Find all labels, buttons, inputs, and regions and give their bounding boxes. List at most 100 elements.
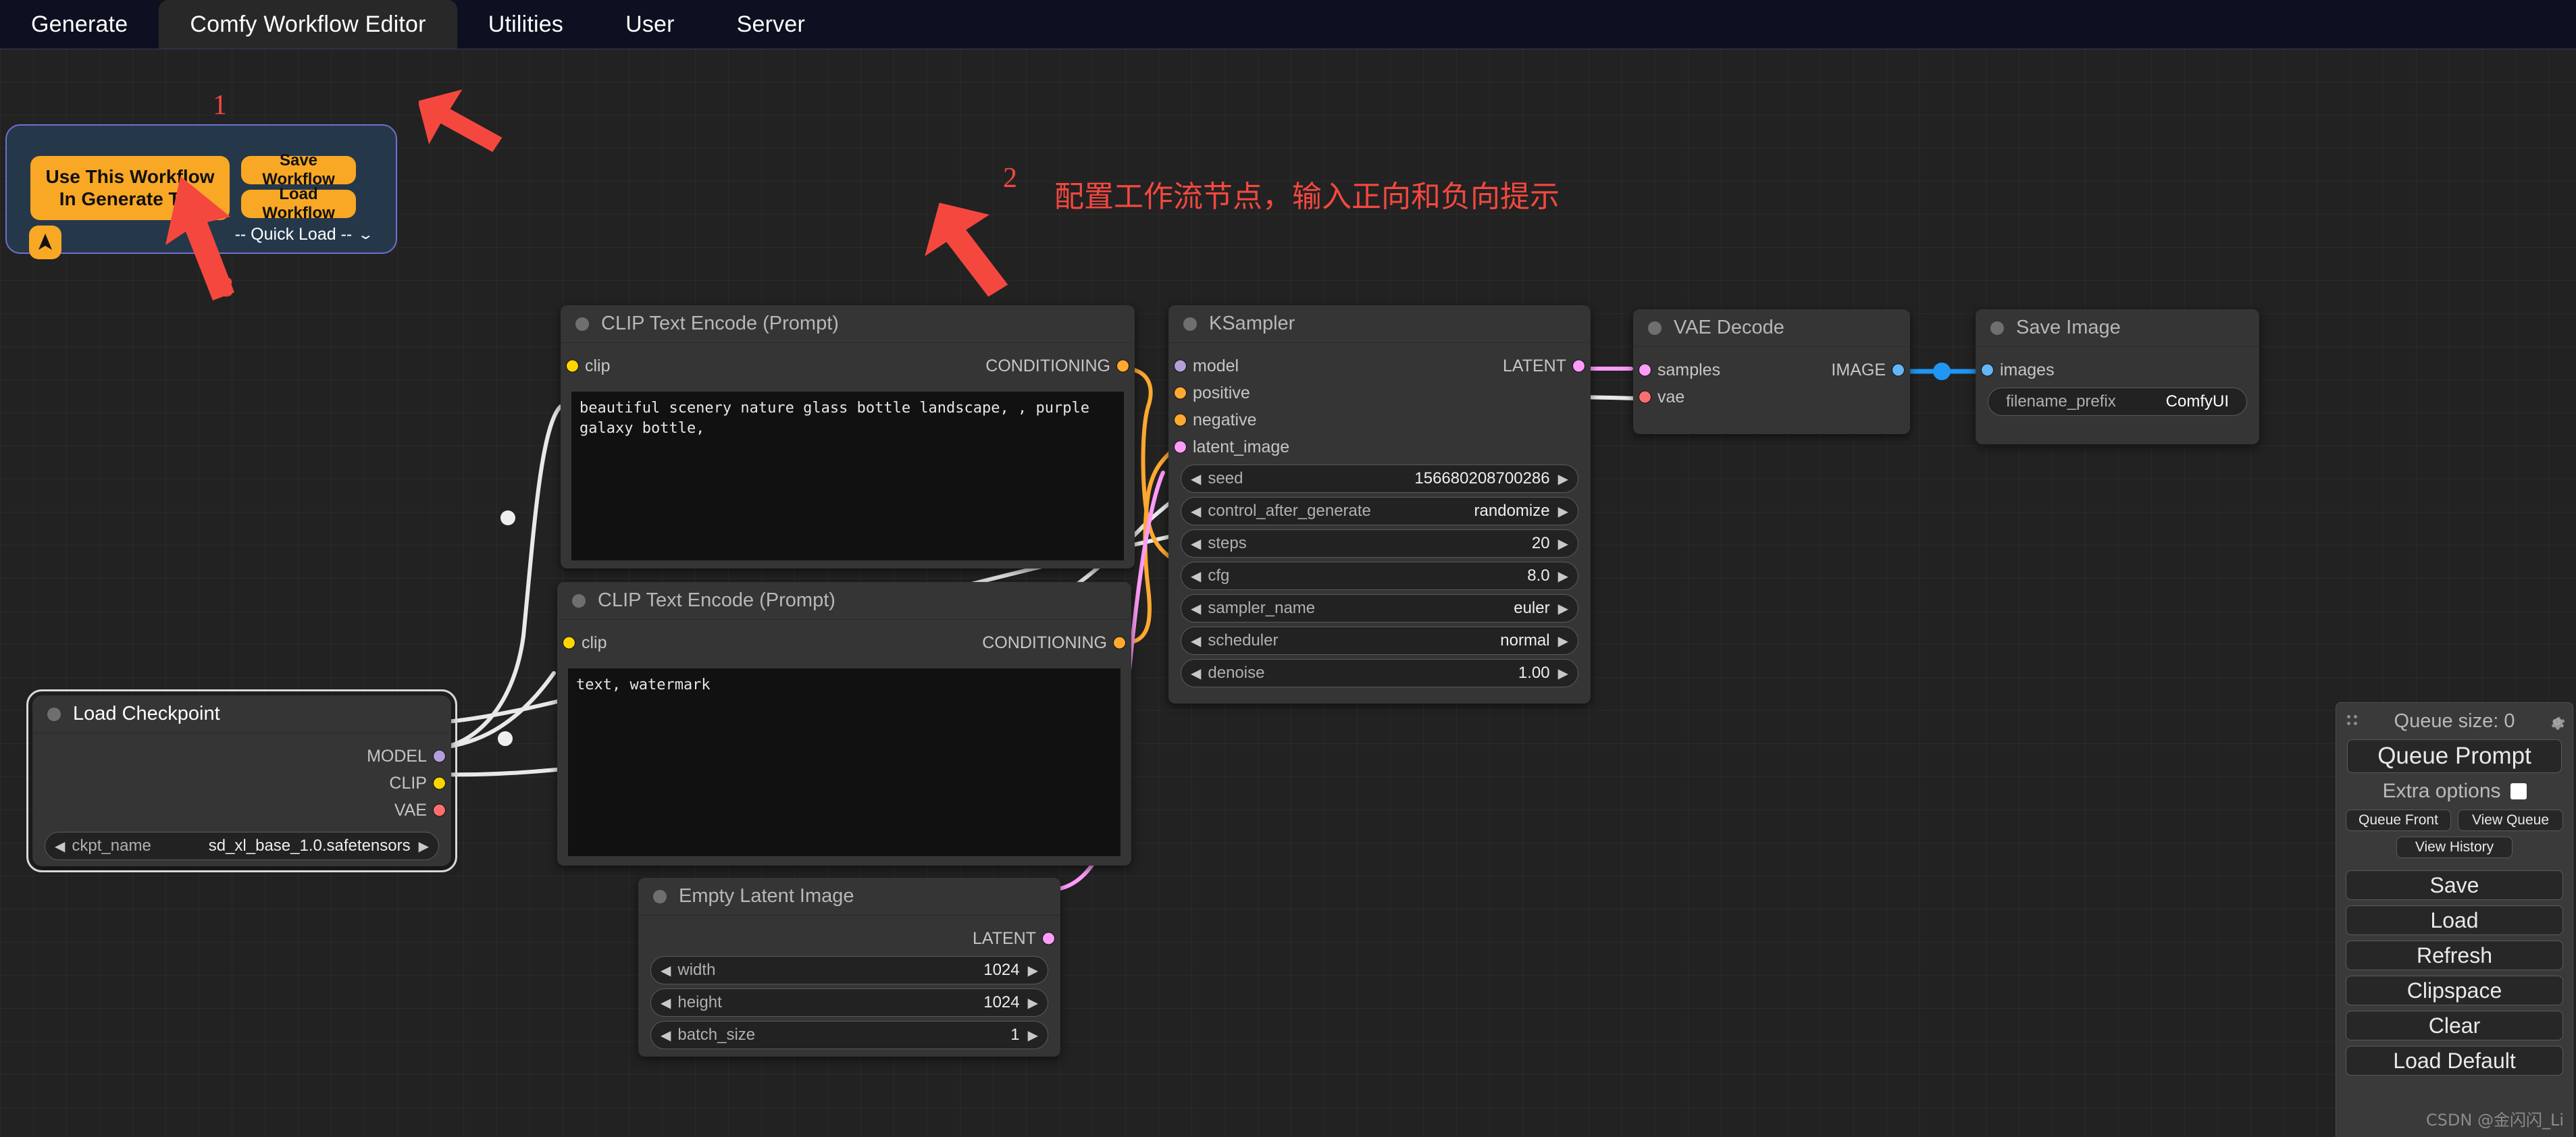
node-collapse-icon[interactable] [1990,321,2004,335]
increment-arrow-icon[interactable]: ▶ [1558,665,1568,682]
increment-arrow-icon[interactable]: ▶ [1558,471,1568,487]
increment-arrow-icon[interactable]: ▶ [1028,995,1038,1011]
view-history-button[interactable]: View History [2396,837,2513,858]
extra-options-checkbox[interactable] [2510,783,2527,799]
tab-generate[interactable]: Generate [0,0,159,49]
port-conditioning-output-icon[interactable] [1116,359,1129,373]
node-clip-text-encode-positive[interactable]: CLIP Text Encode (Prompt) clip CONDITION… [561,305,1135,568]
widget-denoise[interactable]: ◀ denoise 1.00 ▶ [1181,659,1578,687]
increment-arrow-icon[interactable]: ▶ [1558,568,1568,585]
negative-prompt-textarea[interactable]: text, watermark [568,668,1120,856]
save-button[interactable]: Save [2346,870,2563,900]
increment-arrow-icon[interactable]: ▶ [1558,633,1568,650]
clipspace-button[interactable]: Clipspace [2346,976,2563,1005]
port-latent-output-icon[interactable] [1042,932,1055,945]
widget-height[interactable]: ◀ height 1024 ▶ [650,988,1048,1017]
widget-cfg[interactable]: ◀ cfg 8.0 ▶ [1181,562,1578,590]
decrement-arrow-icon[interactable]: ◀ [55,838,65,855]
tab-user[interactable]: User [594,0,706,49]
decrement-arrow-icon[interactable]: ◀ [1191,535,1201,552]
node-collapse-icon[interactable] [572,593,586,608]
node-title-bar[interactable]: CLIP Text Encode (Prompt) [557,582,1131,620]
node-title-bar[interactable]: KSampler [1168,305,1591,343]
node-title-bar[interactable]: Empty Latent Image [638,878,1060,916]
node-collapse-icon[interactable] [1183,317,1197,331]
increment-arrow-icon[interactable]: ▶ [1558,535,1568,552]
port-model-output-icon[interactable] [433,749,446,763]
node-title-bar[interactable]: Save Image [1976,309,2259,347]
widget-filename-prefix[interactable]: filename_prefix ComfyUI [1988,388,2247,416]
node-empty-latent-image[interactable]: Empty Latent Image LATENT ◀ width 1024 ▶… [638,878,1060,1057]
load-workflow-button[interactable]: Load Workflow [241,185,356,222]
increment-arrow-icon[interactable]: ▶ [1558,503,1568,520]
port-samples-input-icon[interactable] [1639,363,1651,377]
node-collapse-icon[interactable] [1648,321,1661,335]
node-collapse-icon[interactable] [575,317,589,331]
load-button[interactable]: Load [2346,905,2563,935]
decrement-arrow-icon[interactable]: ◀ [1191,600,1201,617]
view-queue-button[interactable]: View Queue [2458,810,2563,831]
widget-scheduler[interactable]: ◀ scheduler normal ▶ [1181,627,1578,655]
load-default-button[interactable]: Load Default [2346,1046,2563,1076]
port-latent-image-input-icon[interactable] [1174,440,1187,454]
port-images-input-icon[interactable] [1981,363,1994,377]
widget-control-after-generate[interactable]: ◀ control_after_generate randomize ▶ [1181,497,1578,525]
widget-batch-size[interactable]: ◀ batch_size 1 ▶ [650,1021,1048,1049]
decrement-arrow-icon[interactable]: ◀ [1191,633,1201,650]
queue-front-button[interactable]: Queue Front [2346,810,2451,831]
port-model-input-icon[interactable] [1174,359,1187,373]
port-positive-input-icon[interactable] [1174,386,1187,400]
port-image-output-icon[interactable] [1892,363,1905,377]
positive-prompt-textarea[interactable]: beautiful scenery nature glass bottle la… [571,392,1124,560]
node-title-bar[interactable]: CLIP Text Encode (Prompt) [561,305,1135,343]
save-workflow-button[interactable]: Save Workflow [241,151,356,188]
port-clip-output-icon[interactable] [433,776,446,790]
port-vae-output-icon[interactable] [433,803,446,817]
increment-arrow-icon[interactable]: ▶ [1028,1027,1038,1044]
gear-icon[interactable] [2547,712,2567,732]
widget-width[interactable]: ◀ width 1024 ▶ [650,956,1048,984]
increment-arrow-icon[interactable]: ▶ [419,838,429,855]
decrement-arrow-icon[interactable]: ◀ [661,1027,671,1044]
decrement-arrow-icon[interactable]: ◀ [1191,503,1201,520]
tab-utilities[interactable]: Utilities [457,0,594,49]
extra-options-row[interactable]: Extra options [2336,773,2573,810]
port-clip-input-icon[interactable] [566,359,579,373]
decrement-arrow-icon[interactable]: ◀ [661,995,671,1011]
node-collapse-icon[interactable] [653,889,667,903]
port-latent-output-icon[interactable] [1572,359,1585,373]
port-vae-input-icon[interactable] [1639,390,1651,404]
node-ksampler[interactable]: KSampler model LATENT positive negative … [1168,305,1591,704]
annotation-marker-1: 1 [213,90,227,121]
drag-handle-icon[interactable] [2347,715,2361,730]
refresh-button[interactable]: Refresh [2346,941,2563,970]
node-title-bar[interactable]: VAE Decode [1633,309,1910,347]
node-vae-decode[interactable]: VAE Decode samples IMAGE vae [1633,309,1910,434]
tab-comfy-workflow-editor[interactable]: Comfy Workflow Editor [159,0,457,49]
decrement-arrow-icon[interactable]: ◀ [1191,568,1201,585]
node-save-image[interactable]: Save Image images filename_prefix ComfyU… [1976,309,2259,444]
queue-prompt-button[interactable]: Queue Prompt [2347,739,2562,773]
node-collapse-icon[interactable] [47,707,61,721]
decrement-arrow-icon[interactable]: ◀ [1191,471,1201,487]
increment-arrow-icon[interactable]: ▶ [1558,600,1568,617]
port-conditioning-output-icon[interactable] [1113,636,1126,650]
navigation-cursor-icon[interactable] [29,226,61,259]
increment-arrow-icon[interactable]: ▶ [1028,962,1038,979]
node-title-bar[interactable]: Load Checkpoint [32,695,451,733]
widget-steps[interactable]: ◀ steps 20 ▶ [1181,529,1578,558]
port-clip-input-icon[interactable] [563,636,575,650]
widget-ckpt-name[interactable]: ◀ ckpt_name sd_xl_base_1.0.safetensors ▶ [45,832,439,860]
node-load-checkpoint[interactable]: Load Checkpoint MODEL CLIP VAE ◀ ckpt_na… [26,689,457,872]
use-this-workflow-in-generate-tab-button[interactable]: Use This Workflow In Generate Tab [30,156,230,220]
workflow-graph-canvas[interactable]: Use This Workflow In Generate Tab Save W… [0,49,2576,1137]
tab-server[interactable]: Server [706,0,836,49]
decrement-arrow-icon[interactable]: ◀ [661,962,671,979]
node-clip-text-encode-negative[interactable]: CLIP Text Encode (Prompt) clip CONDITION… [557,582,1131,866]
quick-load-dropdown[interactable]: -- Quick Load -- ⌄ [230,223,375,245]
clear-button[interactable]: Clear [2346,1011,2563,1040]
port-negative-input-icon[interactable] [1174,413,1187,427]
widget-sampler-name[interactable]: ◀ sampler_name euler ▶ [1181,594,1578,623]
widget-seed[interactable]: ◀ seed 156680208700286 ▶ [1181,465,1578,493]
decrement-arrow-icon[interactable]: ◀ [1191,665,1201,682]
